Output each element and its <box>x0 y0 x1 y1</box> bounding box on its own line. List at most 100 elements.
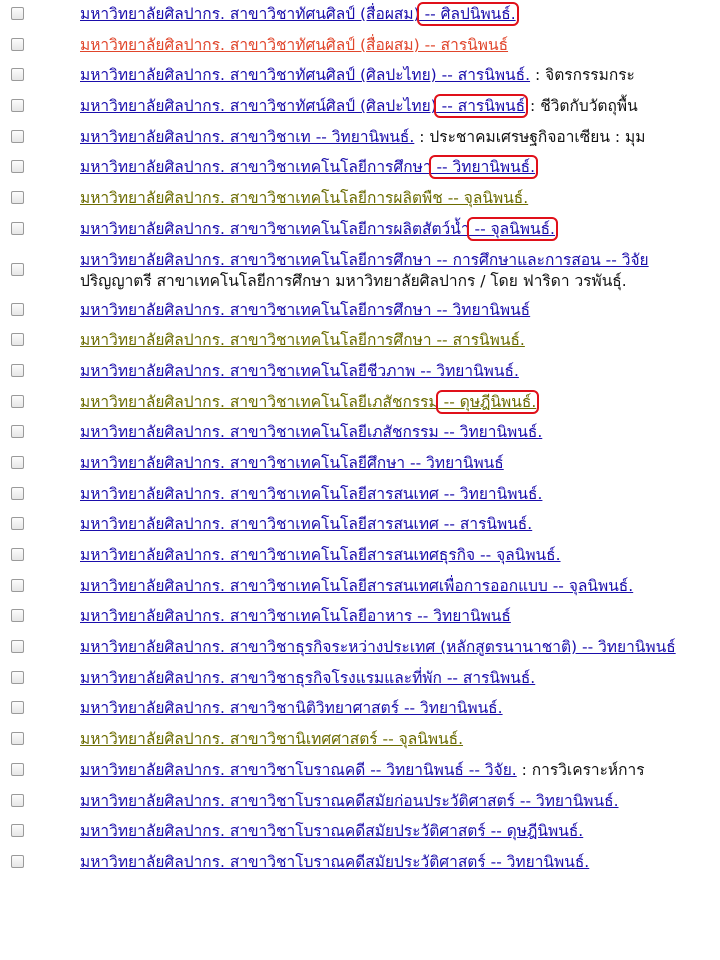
result-entry: มหาวิทยาลัยศิลปากร. สาขาวิชาเท -- วิทยาน… <box>80 127 645 147</box>
select-checkbox[interactable] <box>11 732 24 746</box>
select-checkbox[interactable] <box>11 609 24 623</box>
result-entry: มหาวิทยาลัยศิลปากร. สาขาวิชาเทคโนโลยีสาร… <box>80 576 633 596</box>
subject-heading-link[interactable]: มหาวิทยาลัยศิลปากร. สาขาวิชาเทคโนโลยีเภส… <box>80 393 439 411</box>
result-row: มหาวิทยาลัยศิลปากร. สาขาวิชาโบราณคดี -- … <box>0 756 720 787</box>
select-checkbox[interactable] <box>11 486 24 500</box>
select-checkbox[interactable] <box>11 191 24 205</box>
select-checkbox[interactable] <box>11 333 24 347</box>
thesis-type-link[interactable]: -- สารนิพนธ์ <box>433 94 529 119</box>
result-entry: มหาวิทยาลัยศิลปากร. สาขาวิชาโบราณคดีสมัย… <box>80 791 619 811</box>
select-checkbox[interactable] <box>11 793 24 807</box>
result-row: มหาวิทยาลัยศิลปากร. สาขาวิชาเทคโนโลยีสาร… <box>0 510 720 541</box>
subject-heading-link[interactable]: มหาวิทยาลัยศิลปากร. สาขาวิชาทัศนศิลป์ (ศ… <box>80 66 530 84</box>
select-checkbox[interactable] <box>11 363 24 377</box>
subject-heading-link[interactable]: มหาวิทยาลัยศิลปากร. สาขาวิชาเทคโนโลยีเภส… <box>80 423 542 441</box>
result-entry: มหาวิทยาลัยศิลปากร. สาขาวิชาเทคโนโลยีชีว… <box>80 361 519 381</box>
subject-heading-link[interactable]: มหาวิทยาลัยศิลปากร. สาขาวิชาเทคโนโลยีสาร… <box>80 577 633 595</box>
subject-heading-link[interactable]: มหาวิทยาลัยศิลปากร. สาขาวิชาโบราณคดีสมัย… <box>80 822 583 840</box>
select-checkbox[interactable] <box>11 548 24 561</box>
result-row: มหาวิทยาลัยศิลปากร. สาขาวิชาทัศนศิลป์ (ศ… <box>0 61 720 92</box>
select-checkbox[interactable] <box>11 455 24 469</box>
result-entry: มหาวิทยาลัยศิลปากร. สาขาวิชาเทคโนโลยีเภส… <box>80 389 540 414</box>
result-entry: มหาวิทยาลัยศิลปากร. สาขาวิชานิเทศศาสตร์ … <box>80 729 463 749</box>
select-checkbox[interactable] <box>11 824 24 838</box>
select-checkbox[interactable] <box>11 578 24 592</box>
result-row: มหาวิทยาลัยศิลปากร. สาขาวิชาโบราณคดีสมัย… <box>0 817 720 848</box>
select-checkbox[interactable] <box>11 37 24 51</box>
subject-heading-link[interactable]: มหาวิทยาลัยศิลปากร. สาขาวิชาเทคโนโลยีการ… <box>80 189 528 207</box>
subject-heading-link[interactable]: มหาวิทยาลัยศิลปากร. สาขาวิชาเทคโนโลยีอาห… <box>80 607 511 625</box>
subject-heading-link[interactable]: มหาวิทยาลัยศิลปากร. สาขาวิชาโบราณคดีสมัย… <box>80 792 619 810</box>
title-text: : ประชาคมเศรษฐกิจอาเซียน : มุม <box>414 127 646 146</box>
select-checkbox[interactable] <box>11 99 24 113</box>
subject-heading-link[interactable]: มหาวิทยาลัยศิลปากร. สาขาวิชาทัศนศิลป์ (ส… <box>80 5 420 23</box>
title-text: ปริญญาตรี สาขาเทคโนโลยีการศึกษา มหาวิทยา… <box>80 271 627 290</box>
select-checkbox[interactable] <box>11 160 24 174</box>
subject-heading-link[interactable]: มหาวิทยาลัยศิลปากร. สาขาวิชาเทคโนโลยีสาร… <box>80 515 532 533</box>
thesis-type-link[interactable]: -- ดุษฎีนิพนธ์. <box>435 389 540 414</box>
result-row: มหาวิทยาลัยศิลปากร. สาขาวิชาเทคโนโลยีการ… <box>0 153 720 184</box>
subject-heading-link[interactable]: มหาวิทยาลัยศิลปากร. สาขาวิชานิเทศศาสตร์ … <box>80 730 463 748</box>
result-entry: มหาวิทยาลัยศิลปากร. สาขาวิชาโบราณคดีสมัย… <box>80 852 589 872</box>
select-checkbox[interactable] <box>11 670 24 684</box>
subject-heading-link[interactable]: มหาวิทยาลัยศิลปากร. สาขาวิชาเทคโนโลยีการ… <box>80 158 432 176</box>
select-checkbox[interactable] <box>11 425 24 439</box>
subject-heading-link[interactable]: มหาวิทยาลัยศิลปากร. สาขาวิชาเทคโนโลยีการ… <box>80 220 470 238</box>
select-checkbox[interactable] <box>11 762 24 776</box>
select-checkbox[interactable] <box>11 302 24 316</box>
subject-heading-link[interactable]: มหาวิทยาลัยศิลปากร. สาขาวิชาเทคโนโลยีการ… <box>80 251 649 269</box>
result-entry: มหาวิทยาลัยศิลปากร. สาขาวิชาเทคโนโลยีสาร… <box>80 484 542 504</box>
select-checkbox[interactable] <box>11 129 24 143</box>
title-text: : การวิเคราะห์การ <box>516 760 645 779</box>
select-checkbox[interactable] <box>11 701 24 715</box>
subject-heading-link[interactable]: มหาวิทยาลัยศิลปากร. สาขาวิชาเทคโนโลยีสาร… <box>80 485 542 503</box>
result-row: มหาวิทยาลัยศิลปากร. สาขาวิชาโบราณคดีสมัย… <box>0 848 720 879</box>
select-checkbox[interactable] <box>11 7 24 20</box>
result-row: มหาวิทยาลัยศิลปากร. สาขาวิชาทัศนศิลป์ (ส… <box>0 0 720 31</box>
select-checkbox[interactable] <box>11 221 24 235</box>
subject-heading-link[interactable]: มหาวิทยาลัยศิลปากร. สาขาวิชาโบราณคดี -- … <box>80 761 517 779</box>
subject-heading-link[interactable]: มหาวิทยาลัยศิลปากร. สาขาวิชาเทคโนโลยีศึก… <box>80 454 504 472</box>
result-entry: มหาวิทยาลัยศิลปากร. สาขาวิชาเทคโนโลยีการ… <box>80 250 649 270</box>
title-text: : จิตรกรรมกระ <box>530 66 635 85</box>
result-entry: มหาวิทยาลัยศิลปากร. สาขาวิชาทัศนศิลป์ (ส… <box>80 2 519 26</box>
result-row: มหาวิทยาลัยศิลปากร. สาขาวิชาเทคโนโลยีศึก… <box>0 449 720 480</box>
result-entry: มหาวิทยาลัยศิลปากร. สาขาวิชาเทคโนโลยีการ… <box>80 188 528 208</box>
subject-heading-link[interactable]: มหาวิทยาลัยศิลปากร. สาขาวิชาเท -- วิทยาน… <box>80 128 414 146</box>
result-row: มหาวิทยาลัยศิลปากร. สาขาวิชาเทคโนโลยีชีว… <box>0 357 720 388</box>
select-checkbox[interactable] <box>11 640 24 654</box>
subject-heading-link[interactable]: มหาวิทยาลัยศิลปากร. สาขาวิชาเทคโนโลยีสาร… <box>80 546 561 564</box>
select-checkbox[interactable] <box>11 394 24 408</box>
result-entry: มหาวิทยาลัยศิลปากร. สาขาวิชาเทคโนโลยีการ… <box>80 155 539 180</box>
result-entry: มหาวิทยาลัยศิลปากร. สาขาวิชาเทคโนโลยีการ… <box>80 330 525 350</box>
result-row: มหาวิทยาลัยศิลปากร. สาขาวิชาเทคโนโลยีอาห… <box>0 602 720 633</box>
result-entry: มหาวิทยาลัยศิลปากร. สาขาวิชาธุรกิจโรงแรม… <box>80 668 535 688</box>
result-row: มหาวิทยาลัยศิลปากร. สาขาวิชาเทคโนโลยีเภส… <box>0 388 720 419</box>
select-checkbox[interactable] <box>11 854 24 868</box>
thesis-type-link[interactable]: -- ศิลปนิพนธ์. <box>416 2 519 26</box>
result-entry: มหาวิทยาลัยศิลปากร. สาขาวิชาเทคโนโลยีเภส… <box>80 422 542 442</box>
thesis-type-link[interactable]: -- จุลนิพนธ์. <box>466 216 558 241</box>
subject-heading-link[interactable]: มหาวิทยาลัยศิลปากร. สาขาวิชาเทคโนโลยีชีว… <box>80 362 519 380</box>
result-row: มหาวิทยาลัยศิลปากร. สาขาวิชาเทคโนโลยีเภส… <box>0 418 720 449</box>
thesis-type-link[interactable]: -- วิทยานิพนธ์. <box>428 155 539 180</box>
subject-heading-link[interactable]: มหาวิทยาลัยศิลปากร. สาขาวิชาธุรกิจโรงแรม… <box>80 669 535 687</box>
result-row: มหาวิทยาลัยศิลปากร. สาขาวิชานิเทศศาสตร์ … <box>0 725 720 756</box>
select-checkbox[interactable] <box>11 517 24 531</box>
subject-heading-link[interactable]: มหาวิทยาลัยศิลปากร. สาขาวิชาทัศน์ศิลป์ (… <box>80 97 437 115</box>
select-checkbox[interactable] <box>11 262 24 276</box>
result-entry: มหาวิทยาลัยศิลปากร. สาขาวิชานิติวิทยาศาส… <box>80 698 503 718</box>
subject-heading-link[interactable]: มหาวิทยาลัยศิลปากร. สาขาวิชานิติวิทยาศาส… <box>80 699 503 717</box>
subject-heading-link[interactable]: มหาวิทยาลัยศิลปากร. สาขาวิชาเทคโนโลยีการ… <box>80 331 525 349</box>
result-entry: มหาวิทยาลัยศิลปากร. สาขาวิชาโบราณคดี -- … <box>80 760 645 780</box>
result-entry: มหาวิทยาลัยศิลปากร. สาขาวิชาโบราณคดีสมัย… <box>80 821 583 841</box>
results-list: มหาวิทยาลัยศิลปากร. สาขาวิชาทัศนศิลป์ (ส… <box>0 0 720 879</box>
subject-heading-link[interactable]: มหาวิทยาลัยศิลปากร. สาขาวิชาธุรกิจระหว่า… <box>80 638 676 656</box>
result-row: มหาวิทยาลัยศิลปากร. สาขาวิชาเทคโนโลยีสาร… <box>0 480 720 511</box>
result-entry: มหาวิทยาลัยศิลปากร. สาขาวิชาเทคโนโลยีศึก… <box>80 453 504 473</box>
result-row: มหาวิทยาลัยศิลปากร. สาขาวิชาโบราณคดีสมัย… <box>0 787 720 818</box>
subject-heading-link[interactable]: มหาวิทยาลัยศิลปากร. สาขาวิชาทัศนศิลป์ (ส… <box>80 36 508 54</box>
select-checkbox[interactable] <box>11 68 24 82</box>
subject-heading-link[interactable]: มหาวิทยาลัยศิลปากร. สาขาวิชาเทคโนโลยีการ… <box>80 301 530 319</box>
subject-heading-link[interactable]: มหาวิทยาลัยศิลปากร. สาขาวิชาโบราณคดีสมัย… <box>80 853 589 871</box>
